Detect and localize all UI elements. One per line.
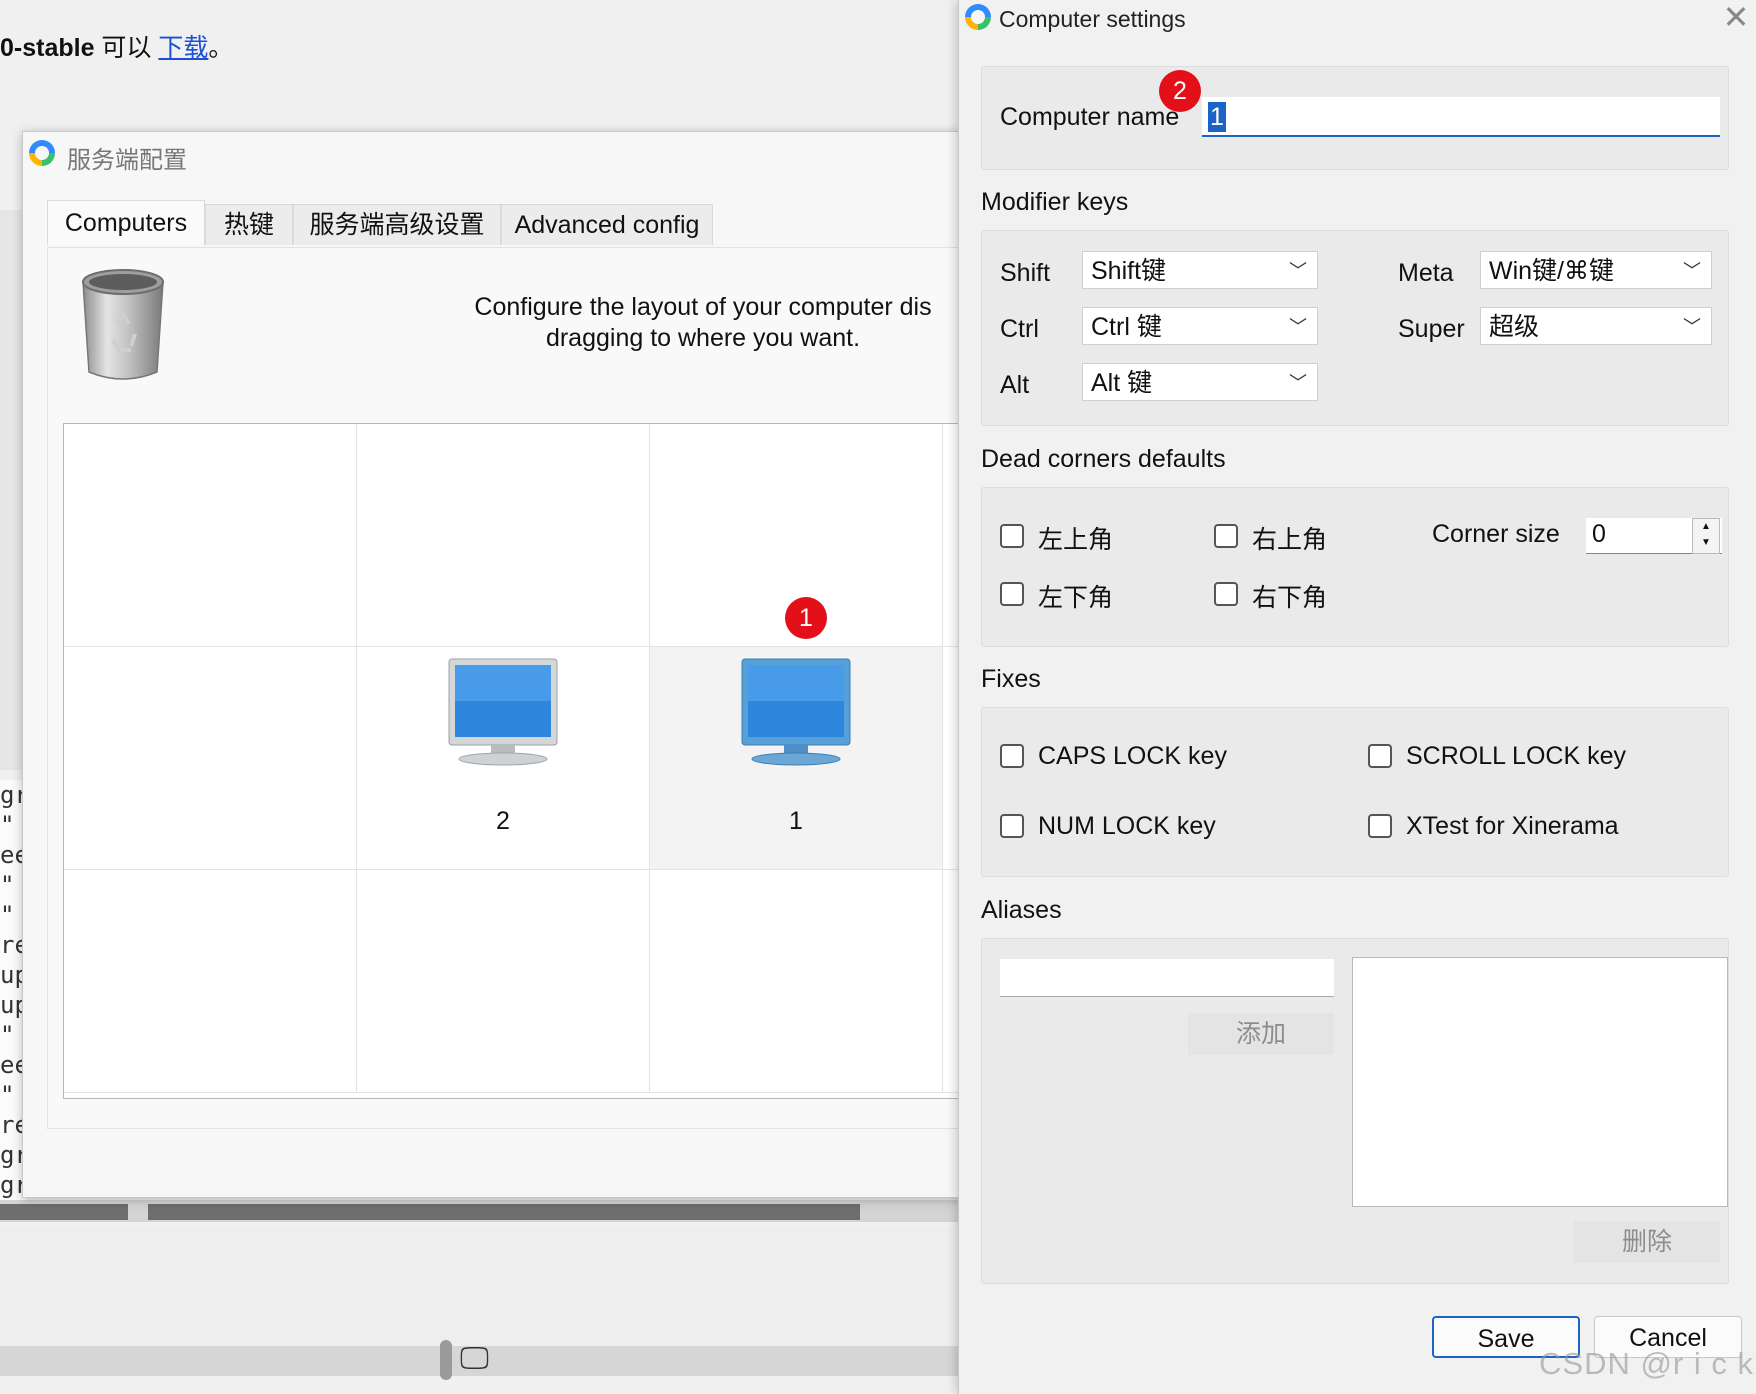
window-title: 服务端配置 [67,147,187,174]
meta-select[interactable]: Win键/⌘键 ﹀ [1480,251,1712,289]
background-area [0,1226,960,1346]
meta-label: Meta [1398,259,1454,287]
app-logo-icon [965,4,991,30]
version-text: 0-stable [0,34,95,62]
num-lock-checkbox[interactable] [1000,814,1024,838]
dead-corners-heading: Dead corners defaults [981,445,1226,473]
alt-label: Alt [1000,371,1030,399]
annotation-badge: 2 [1159,70,1201,112]
description-text: Configure the layout of your computer di… [474,293,932,352]
super-value: 超级 [1489,313,1540,341]
top-right-checkbox[interactable] [1214,524,1238,548]
annotation-badge: 1 [785,597,827,639]
server-config-window: 服务端配置 Computers 热键 服务端高级设置 Advanced conf… [22,131,965,1198]
chevron-down-icon: ﹀ [1289,317,1307,337]
ctrl-label: Ctrl [1000,315,1039,343]
num-lock-label: NUM LOCK key [1038,812,1216,840]
remove-alias-button[interactable]: 删除 [1574,1221,1720,1263]
meta-value: Win键/⌘键 [1489,257,1615,285]
shift-select[interactable]: Shift键 ﹀ [1082,251,1318,289]
computer-name-label: Computer name [1000,103,1180,131]
dialog-title: Computer settings [999,6,1186,32]
shift-value: Shift键 [1091,257,1167,285]
trash-icon[interactable] [77,264,169,384]
grid-cell[interactable] [650,870,943,1093]
aliases-heading: Aliases [981,896,1062,924]
dead-corners-group: 左上角 右上角 左下角 右下角 Corner size 0 ▲ ▼ [981,487,1729,647]
computer-name-group: Computer name 1 [981,66,1729,170]
computer-settings-dialog: Computer settings ✕ Computer name 1 2 Mo… [958,0,1756,1394]
app-logo-icon [29,140,55,166]
top-right-label: 右上角 [1252,526,1328,554]
corner-size-label: Corner size [1432,520,1560,548]
aliases-group: 添加 删除 [981,938,1729,1284]
bottom-right-checkbox[interactable] [1214,582,1238,606]
computer-name-input[interactable]: 1 [1202,97,1720,137]
bottom-left-label: 左下角 [1038,584,1114,612]
bottom-right-label: 右下角 [1252,584,1328,612]
super-label: Super [1398,315,1465,343]
background-page [0,0,960,130]
computer-label: 1 [789,807,803,835]
scrollbar-thumb[interactable] [148,1204,860,1220]
fixes-heading: Fixes [981,665,1041,693]
computer-name-value: 1 [1208,102,1226,132]
background-text: 0-stable 可以 下载。 [0,28,233,64]
tab-hotkeys[interactable]: 热键 [205,204,293,245]
alias-list[interactable] [1352,957,1728,1207]
background-text-middle: 可以 [94,34,159,62]
top-left-label: 左上角 [1038,526,1114,554]
tab-server-advanced[interactable]: 服务端高级设置 [293,204,501,245]
alt-select[interactable]: Alt 键 ﹀ [1082,363,1318,401]
top-left-checkbox[interactable] [1000,524,1024,548]
computer-label: 2 [496,807,510,835]
corner-size-spinbox[interactable]: 0 ▲ ▼ [1586,518,1722,554]
corner-size-value: 0 [1592,520,1606,548]
tab-computers[interactable]: Computers [47,200,205,245]
scroll-lock-label: SCROLL LOCK key [1406,742,1626,770]
grid-cell[interactable] [357,424,650,647]
monitor-glyph-icon: 🖵 [460,1342,489,1375]
grid-cell[interactable] [64,870,357,1093]
add-alias-button[interactable]: 添加 [1188,1013,1334,1055]
grid-cell-computer-2[interactable]: 2 [357,647,650,870]
download-link[interactable]: 下载 [158,34,208,62]
alt-value: Alt 键 [1091,369,1153,397]
caps-lock-label: CAPS LOCK key [1038,742,1227,770]
screen-layout-grid: 2 1 [63,423,965,1099]
chevron-down-icon: ﹀ [1683,261,1701,281]
grid-cell[interactable] [64,647,357,870]
monitor-icon[interactable] [740,657,852,767]
grid-cell-computer-1[interactable]: 1 [650,647,943,870]
grid-cell[interactable] [64,424,357,647]
chevron-down-icon: ﹀ [1683,317,1701,337]
caps-lock-checkbox[interactable] [1000,744,1024,768]
shift-label: Shift [1000,259,1051,287]
layout-description: Configure the layout of your computer di… [443,292,963,354]
monitor-icon[interactable] [447,657,559,767]
ctrl-value: Ctrl 键 [1091,313,1162,341]
grid-cell[interactable] [357,870,650,1093]
xtest-label: XTest for Xinerama [1406,812,1619,840]
modifier-keys-heading: Modifier keys [981,188,1129,216]
chevron-down-icon: ﹀ [1289,261,1307,281]
watermark: CSDN @r i c k [1539,1346,1754,1381]
background-text-end: 。 [208,34,234,62]
modifier-keys-group: Shift Shift键 ﹀ Ctrl Ctrl 键 ﹀ Alt Alt 键 ﹀ Me… [981,230,1729,426]
tab-advanced-config[interactable]: Advanced config [501,204,713,245]
background-strip [0,210,24,770]
super-select[interactable]: 超级 ﹀ [1480,307,1712,345]
scrollbar-thumb[interactable] [0,1204,128,1220]
chevron-down-icon: ﹀ [1289,373,1307,393]
ctrl-select[interactable]: Ctrl 键 ﹀ [1082,307,1318,345]
xtest-checkbox[interactable] [1368,814,1392,838]
fixes-group: CAPS LOCK key SCROLL LOCK key NUM LOCK k… [981,707,1729,877]
spin-arrows-icon[interactable]: ▲ ▼ [1692,518,1720,554]
close-icon[interactable]: ✕ [1719,0,1753,38]
alias-input[interactable] [1000,959,1334,997]
scroll-lock-checkbox[interactable] [1368,744,1392,768]
bottom-left-checkbox[interactable] [1000,582,1024,606]
resize-handle[interactable] [440,1340,452,1380]
